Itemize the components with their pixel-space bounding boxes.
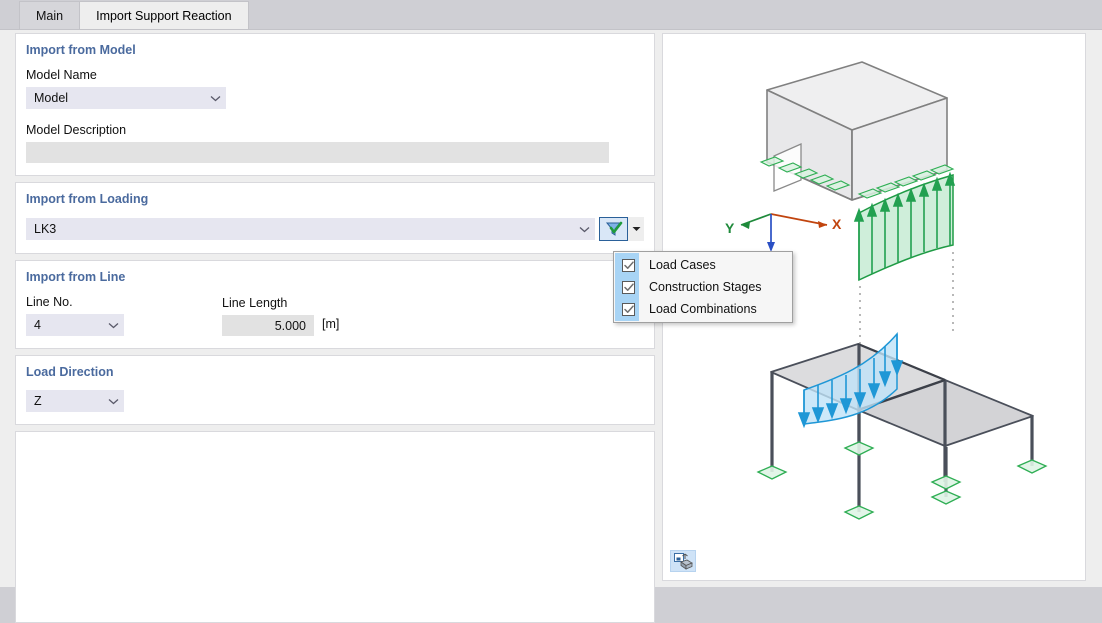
group-title-load-direction: Load Direction [26, 365, 114, 379]
field-line-no-wrap: Line No. 4 [26, 295, 222, 336]
group-import-from-loading: Import from Loading LK3 [15, 182, 655, 254]
group-title-import-from-line: Import from Line [26, 270, 126, 284]
group-import-from-line: Import from Line Line No. 4 Line Length … [15, 260, 655, 349]
group-title-import-from-model: Import from Model [26, 43, 136, 57]
combo-load-direction-value: Z [34, 394, 42, 408]
checkbox-checked-icon[interactable] [622, 302, 635, 316]
field-model-description[interactable] [26, 142, 609, 163]
unit-line-length: [m] [322, 317, 340, 331]
page-body: Import from Model Model Name Model Model… [0, 29, 1102, 623]
filter-dropdown-menu[interactable]: Load Cases Construction Stages Load Comb… [613, 251, 793, 323]
combo-loading-value: LK3 [34, 222, 57, 236]
chevron-down-icon [103, 391, 123, 411]
results-panel [15, 431, 655, 623]
menu-item-load-combinations[interactable]: Load Combinations [614, 298, 792, 320]
support-plates-lower [756, 441, 1048, 520]
tab-main[interactable]: Main [19, 1, 81, 29]
combo-line-no-value: 4 [34, 318, 41, 332]
axis-label-x: X [832, 216, 842, 232]
axis-label-y: Y [725, 220, 735, 236]
combo-line-no[interactable]: 4 [26, 314, 124, 336]
combo-model-name[interactable]: Model [26, 87, 226, 109]
settings-column: Import from Model Model Name Model Model… [15, 33, 655, 623]
group-load-direction: Load Direction Z [15, 355, 655, 425]
tab-bar: Main Import Support Reaction [0, 0, 1102, 29]
loading-selector-row: LK3 [26, 217, 644, 241]
field-line-length[interactable]: 5.000 [222, 315, 314, 336]
label-model-name: Model Name [26, 68, 97, 82]
checkbox-checked-icon[interactable] [622, 258, 635, 272]
lower-frame [756, 342, 1048, 520]
combo-loading[interactable]: LK3 [26, 218, 595, 240]
combo-load-direction[interactable]: Z [26, 390, 124, 412]
chevron-down-icon [574, 219, 594, 239]
menu-item-label: Load Combinations [649, 302, 757, 316]
group-import-from-model: Import from Model Model Name Model Model… [15, 33, 655, 176]
filter-dropdown-arrow-icon[interactable] [628, 217, 644, 241]
chevron-down-icon [103, 315, 123, 335]
menu-item-label: Construction Stages [649, 280, 762, 294]
checkbox-checked-icon[interactable] [622, 280, 635, 294]
chevron-down-icon [205, 88, 225, 108]
field-line-length-wrap: Line Length 5.000 [m] [222, 296, 339, 336]
menu-item-label: Load Cases [649, 258, 716, 272]
label-model-description: Model Description [26, 123, 127, 137]
group-title-import-from-loading: Import from Loading [26, 192, 149, 206]
label-line-no: Line No. [26, 295, 73, 309]
label-line-length: Line Length [222, 296, 288, 310]
render-mode-icon[interactable] [670, 550, 696, 572]
tab-import-support-reaction[interactable]: Import Support Reaction [79, 1, 249, 29]
filter-funnel-check-icon[interactable] [599, 217, 629, 241]
combo-model-name-value: Model [34, 91, 69, 105]
menu-item-construction-stages[interactable]: Construction Stages [614, 276, 792, 298]
menu-item-load-cases[interactable]: Load Cases [614, 254, 792, 276]
line-fields-row: Line No. 4 Line Length 5.000 [m] [26, 295, 644, 336]
